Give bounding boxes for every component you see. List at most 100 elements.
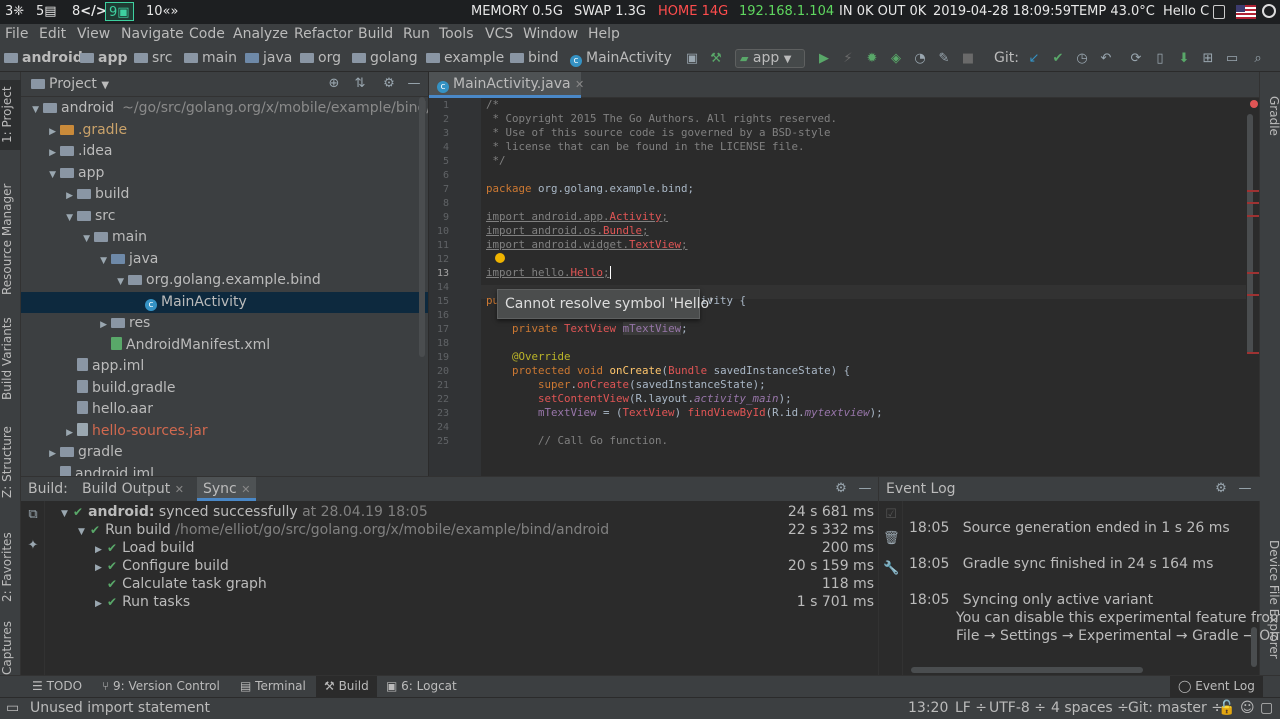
tree-item[interactable]: ▶ hello-sources.jar — [21, 421, 428, 442]
chevron-down-icon[interactable]: ▼ — [27, 100, 39, 119]
breadcrumb-bind[interactable]: bind — [510, 50, 559, 66]
attach-debugger-icon[interactable]: ✎ — [936, 51, 952, 67]
gear-icon[interactable]: ⚙ — [833, 481, 849, 497]
tree-item[interactable]: ▼ org.golang.example.bind — [21, 270, 428, 291]
device-icon[interactable]: ▭ — [1224, 51, 1240, 67]
tab-resource-manager[interactable]: Resource Manager — [0, 172, 21, 307]
tree-item[interactable]: ▼ android ~/go/src/golang.org/x/mobile/exa… — [21, 98, 428, 119]
tab-device-file-explorer[interactable]: Device File Explorer — [1260, 534, 1280, 664]
tab-event-log[interactable]: ◯ Event Log — [1170, 676, 1263, 697]
vertical-scrollbar[interactable] — [1251, 627, 1257, 667]
editor-scrollbar[interactable] — [1247, 114, 1253, 354]
workspace-8[interactable]: 8</> — [69, 2, 110, 21]
menu-file[interactable]: File — [5, 26, 28, 42]
tab-build-variants[interactable]: Build Variants — [0, 314, 21, 404]
notifications-icon[interactable]: ▢ — [1260, 700, 1273, 716]
menu-tools[interactable]: Tools — [439, 26, 474, 42]
chevron-right-icon[interactable]: ▶ — [61, 423, 73, 442]
git-rollback-icon[interactable]: ↶ — [1098, 51, 1114, 67]
build-tree-row[interactable]: ▼ ✔ android: synced successfully at 28.04.… — [45, 503, 878, 521]
stop-icon[interactable]: ■ — [960, 51, 976, 67]
tree-item[interactable]: c MainActivity — [21, 291, 428, 313]
breadcrumb-src[interactable]: src — [134, 50, 172, 66]
code-area[interactable]: /* * Copyright 2015 The Go Authors. All … — [481, 98, 1246, 476]
tree-item[interactable]: ▶ .idea — [21, 141, 428, 162]
git-branch[interactable]: Git: master ÷ — [1128, 700, 1223, 716]
avd-manager-icon[interactable]: ▯ — [1152, 51, 1168, 67]
build-tree-row[interactable]: ▶ ✔ Run tasks 1 s 701 ms — [45, 593, 878, 611]
menu-vcs[interactable]: VCS — [485, 26, 513, 42]
lightbulb-icon[interactable] — [495, 253, 505, 263]
inspector-icon[interactable]: ☺ — [1240, 700, 1255, 716]
tree-item[interactable]: ▼ main — [21, 227, 428, 248]
tree-item[interactable]: ▶ res — [21, 313, 428, 334]
chevron-right-icon[interactable]: ▶ — [61, 186, 73, 205]
project-view-selector[interactable]: Project ▼ — [31, 76, 109, 92]
tab-terminal[interactable]: ▤ Terminal — [240, 679, 306, 693]
wrench-icon[interactable]: 🔧 — [883, 561, 899, 577]
toggle-view-icon[interactable]: ⧉ — [25, 507, 41, 523]
chevron-right-icon[interactable]: ▶ — [95, 315, 107, 334]
tree-item[interactable]: ▼ java — [21, 249, 428, 270]
layout-inspector-icon[interactable]: ⊞ — [1200, 51, 1216, 67]
horizontal-scrollbar[interactable] — [911, 667, 1143, 673]
chevron-right-icon[interactable]: ▶ — [44, 143, 56, 162]
breadcrumb-main[interactable]: main — [184, 50, 237, 66]
git-update-icon[interactable]: ↙ — [1026, 51, 1042, 67]
chevron-down-icon[interactable]: ▼ — [112, 272, 124, 291]
line-separator[interactable]: LF ÷ — [955, 700, 987, 716]
tree-item[interactable]: ▼ app — [21, 163, 428, 184]
profile-icon[interactable]: ◔ — [912, 51, 928, 67]
tree-item[interactable]: hello.aar — [21, 399, 428, 420]
tree-item[interactable]: app.iml — [21, 356, 428, 377]
chevron-right-icon[interactable]: ▶ — [95, 595, 107, 613]
close-icon[interactable]: ✕ — [175, 483, 184, 496]
workspace-9-active[interactable]: 9▣ — [105, 2, 134, 21]
workspace-3[interactable]: 3❈ — [2, 2, 27, 21]
breadcrumb-example[interactable]: example — [426, 50, 504, 66]
hide-icon[interactable]: — — [857, 481, 873, 497]
scrollbar[interactable] — [419, 97, 425, 357]
build-tree-row[interactable]: ▶ ✔ Configure build 20 s 159 ms — [45, 557, 878, 575]
tab-todo[interactable]: ☰ TODO — [32, 679, 82, 693]
chevron-down-icon[interactable]: ▼ — [95, 251, 107, 270]
menu-analyze[interactable]: Analyze — [233, 26, 288, 42]
tab-favorites[interactable]: 2: Favorites — [0, 527, 21, 607]
hide-icon[interactable]: — — [1237, 481, 1253, 497]
breadcrumb-app[interactable]: app — [80, 50, 128, 66]
build-tree-row[interactable]: ▶ ✔ Load build 200 ms — [45, 539, 878, 557]
tree-item[interactable]: ▼ src — [21, 206, 428, 227]
tab-sync[interactable]: Sync ✕ — [197, 477, 257, 501]
menu-window[interactable]: Window — [523, 26, 578, 42]
tab-mainactivity[interactable]: c MainActivity.java ✕ — [429, 72, 584, 98]
indent-setting[interactable]: 4 spaces ÷ — [1051, 700, 1129, 716]
git-history-icon[interactable]: ◷ — [1074, 51, 1090, 67]
gear-icon[interactable]: ⚙ — [381, 76, 397, 92]
apply-changes-icon[interactable]: ⚡ — [840, 51, 856, 67]
error-indicator-icon[interactable] — [1250, 100, 1258, 108]
locate-icon[interactable]: ⊕ — [326, 76, 342, 92]
git-commit-icon[interactable]: ✔ — [1050, 51, 1066, 67]
tree-item[interactable]: ▶ gradle — [21, 442, 428, 463]
chevron-down-icon[interactable]: ▼ — [78, 229, 90, 248]
coverage-icon[interactable]: ◈ — [888, 51, 904, 67]
sdk-manager-icon[interactable]: ⬇ — [1176, 51, 1192, 67]
workspace-5[interactable]: 5▤ — [33, 2, 60, 21]
collapse-icon[interactable]: ⇅ — [352, 76, 368, 92]
menu-navigate[interactable]: Navigate — [121, 26, 184, 42]
file-encoding[interactable]: UTF-8 ÷ — [989, 700, 1046, 716]
tab-gradle[interactable]: Gradle — [1260, 88, 1280, 144]
gear-icon[interactable]: ⚙ — [1213, 481, 1229, 497]
tree-item[interactable]: ▶ .gradle — [21, 120, 428, 141]
menu-view[interactable]: View — [77, 26, 110, 42]
tab-logcat[interactable]: ▣ 6: Logcat — [386, 679, 457, 693]
tab-structure[interactable]: Z: Structure — [0, 422, 21, 502]
tree-item[interactable]: ▶ build — [21, 184, 428, 205]
chevron-down-icon[interactable]: ▼ — [61, 208, 73, 227]
tab-build-output[interactable]: Build Output ✕ — [82, 481, 184, 497]
close-icon[interactable]: ✕ — [241, 483, 250, 496]
menu-code[interactable]: Code — [189, 26, 225, 42]
tree-item[interactable]: android.iml — [21, 464, 428, 476]
menu-build[interactable]: Build — [358, 26, 393, 42]
sync-gradle-icon[interactable]: ⟳ — [1128, 51, 1144, 67]
